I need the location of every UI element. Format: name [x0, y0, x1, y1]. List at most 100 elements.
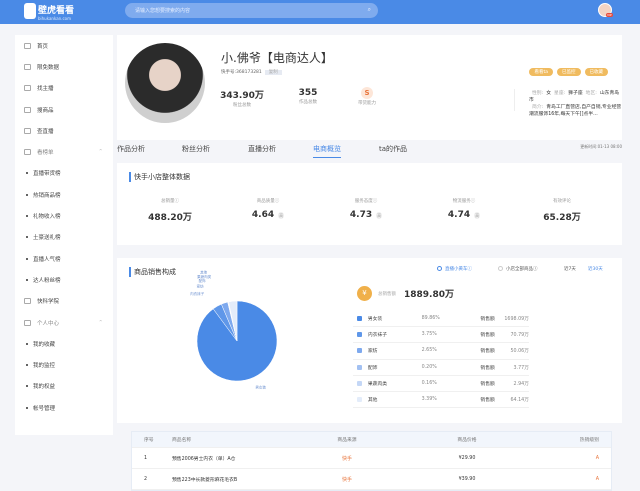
tab-ta-works[interactable]: ta的作品	[379, 144, 407, 154]
logo-icon	[24, 3, 36, 19]
menu-icon	[24, 85, 31, 92]
sidebar-item[interactable]: 土豪送礼榜	[15, 227, 113, 248]
tabs: 作品分析 粉丝分析 直播分析 电商概览 ta的作品 更新时间:01-13 08:…	[117, 140, 622, 158]
metric: 有效评论 65.28万	[517, 198, 607, 223]
radio-label: 小店全部商品ⓘ	[506, 267, 538, 272]
legend-name: 配饰	[367, 365, 378, 371]
fans-label: 粉丝总数	[233, 103, 251, 108]
radio-live-cart[interactable]: 直播小黄车ⓘ	[437, 266, 472, 272]
table-row[interactable]: 2 预售223中长款菱形麻花毛衣B 快手 ¥39.90 A	[132, 469, 611, 490]
tab-live-analysis[interactable]: 直播分析	[248, 144, 276, 154]
table-header: 序号 商品名称 商品来源 商品价格 热销级别	[132, 432, 611, 448]
sidebar-item[interactable]: 我的收藏	[15, 333, 113, 354]
sidebar-item-label: 看榜单	[37, 150, 54, 157]
chevron-up-icon[interactable]: ⌃	[98, 149, 103, 155]
legend-amount: 50.06万	[510, 349, 529, 355]
legend-row: 家纺 2.65% 销售额 50.06万	[353, 343, 529, 360]
legend-amount-label: 销售额	[480, 333, 495, 339]
legend-row: 配饰 0.20% 销售额 3.77万	[353, 360, 529, 376]
radio-all-products[interactable]: 小店全部商品ⓘ	[498, 266, 538, 272]
range-7-days[interactable]: 近7天	[564, 266, 576, 272]
sidebar-item[interactable]: 搜商品	[15, 99, 113, 120]
chevron-up-icon[interactable]: ⌃	[98, 320, 103, 326]
constellation-label: 星座:	[554, 91, 566, 96]
metric-label: 物流服务ⓘ	[452, 199, 476, 204]
range-30-days[interactable]: 近30天	[588, 266, 603, 272]
store-overview-card: 快手小店整体数据 总销量ⓘ 488.20万 商品质量ⓘ 4.64 高服务态度ⓘ 4.73 高…	[117, 163, 622, 245]
works-value: 355	[298, 88, 318, 98]
metric-tag: 高	[278, 212, 285, 219]
cell-name: 预售223中长款菱形麻花毛衣B	[172, 477, 238, 483]
copy-button[interactable]: 复制	[264, 70, 282, 75]
legend-amount-label: 销售额	[480, 398, 495, 404]
metric-value: 488.20万	[125, 210, 215, 223]
works-stat: 355 作品总数	[283, 88, 333, 105]
sidebar-item[interactable]: 礼物收入榜	[15, 205, 113, 226]
total-value: 1889.80万	[404, 290, 454, 300]
legend-amount-label: 销售额	[480, 381, 495, 387]
favorite-button[interactable]: 已收藏	[584, 68, 608, 76]
search-icon[interactable]: ⌕	[368, 6, 371, 14]
logo-text: 壁虎看看	[38, 6, 75, 16]
sidebar-item[interactable]: 看榜单 ⌃	[15, 141, 113, 162]
radio-label: 直播小黄车ⓘ	[445, 267, 472, 272]
legend-row: 果蔬肉类 0.16% 销售额 2.94万	[353, 376, 529, 392]
profile-actions: 看看ta 已监控 已收藏	[529, 68, 608, 76]
kuaishou-id: 快手号:368173281 复制	[221, 69, 282, 75]
sidebar-item[interactable]: 直播带货榜	[15, 163, 113, 184]
search-input[interactable]: 请输入您想要搜索的内容 ⌕	[125, 3, 378, 18]
fans-value: 343.90万	[220, 91, 264, 101]
metric-number: 4.74	[447, 210, 471, 220]
column-header: 热销级别	[579, 438, 599, 443]
logo[interactable]: 壁虎看看 bihukankan.com	[24, 3, 75, 21]
cell-idx: 2	[144, 476, 148, 482]
sidebar-item[interactable]: 查直播	[15, 120, 113, 141]
legend-percent: 3.39%	[421, 397, 437, 403]
menu-icon	[24, 63, 31, 70]
sidebar-item-label: 首页	[37, 43, 49, 50]
yuan-icon: ¥	[357, 286, 372, 301]
sidebar-item-label: 限免数据	[37, 64, 60, 71]
sidebar-item-label: 达人粉丝榜	[33, 277, 61, 284]
table-row[interactable]: 1 预售2006男士内衣（单）A仓 快手 ¥29.90 A	[132, 448, 611, 469]
sidebar-item[interactable]: 我的监控	[15, 354, 113, 375]
pie-label: 内衣袜子	[190, 291, 204, 296]
view-button[interactable]: 看看ta	[529, 68, 553, 76]
sidebar-item[interactable]: 达人粉丝榜	[15, 269, 113, 290]
cell-name: 预售2006男士内衣（单）A仓	[172, 456, 236, 462]
metric: 商品质量ⓘ 4.64 高	[223, 198, 313, 220]
menu-icon	[24, 127, 31, 134]
sales-legend: 男女装 89.86% 销售额 1698.09万 内衣袜子 3.75% 销售额 70.79万 家纺…	[353, 311, 529, 409]
profile-card: 小.佛爷【电商达人】 快手号:368173281 复制 343.90万粉丝总数 3…	[117, 35, 622, 140]
sidebar-item[interactable]: 找主播	[15, 78, 113, 99]
profile-name: 小.佛爷【电商达人】	[221, 51, 333, 65]
sidebar-item[interactable]: 帐号管理	[15, 397, 113, 418]
sidebar-item-label: 土豪送礼榜	[33, 235, 61, 242]
kuaishou-id-text: 快手号:368173281	[221, 70, 262, 75]
metric-value: 4.73 高	[321, 210, 411, 220]
intro: 简介: 青岛工厂直营店,自产自销,专业经营潮流服饰16年,每天下午[]点半...	[529, 103, 622, 117]
legend-amount-label: 销售额	[480, 317, 495, 323]
sidebar-item[interactable]: 个人中心 ⌃	[15, 312, 113, 333]
tab-ecommerce-overview[interactable]: 电商概览	[313, 144, 341, 158]
monitor-button[interactable]: 已监控	[557, 68, 581, 76]
radio-on-icon	[437, 266, 442, 271]
column-header: 商品来源	[337, 438, 357, 443]
sidebar-item[interactable]: 快科学院	[15, 291, 113, 312]
pie-label: 男女装	[255, 385, 266, 390]
sidebar-item[interactable]: 直播人气榜	[15, 248, 113, 269]
basic-info: 性别: 女星座: 狮子座 地区: 山东青岛市	[529, 89, 622, 103]
pie-label: 果蔬肉类	[197, 274, 211, 279]
tab-works-analysis[interactable]: 作品分析	[117, 144, 145, 154]
sidebar-item[interactable]: 热销商品榜	[15, 184, 113, 205]
legend-percent: 0.16%	[421, 380, 437, 386]
region-label: 地区:	[585, 91, 597, 96]
gender-label: 性别:	[532, 91, 544, 96]
legend-percent: 0.20%	[421, 364, 437, 370]
tab-fans-analysis[interactable]: 粉丝分析	[182, 144, 210, 154]
sidebar-item[interactable]: 我的权益	[15, 376, 113, 397]
sidebar-item-label: 我的收藏	[33, 341, 56, 348]
sidebar-item[interactable]: 限免数据	[15, 56, 113, 77]
sidebar-item[interactable]: 首页	[15, 35, 113, 56]
metric: 总销量ⓘ 488.20万	[125, 198, 215, 223]
